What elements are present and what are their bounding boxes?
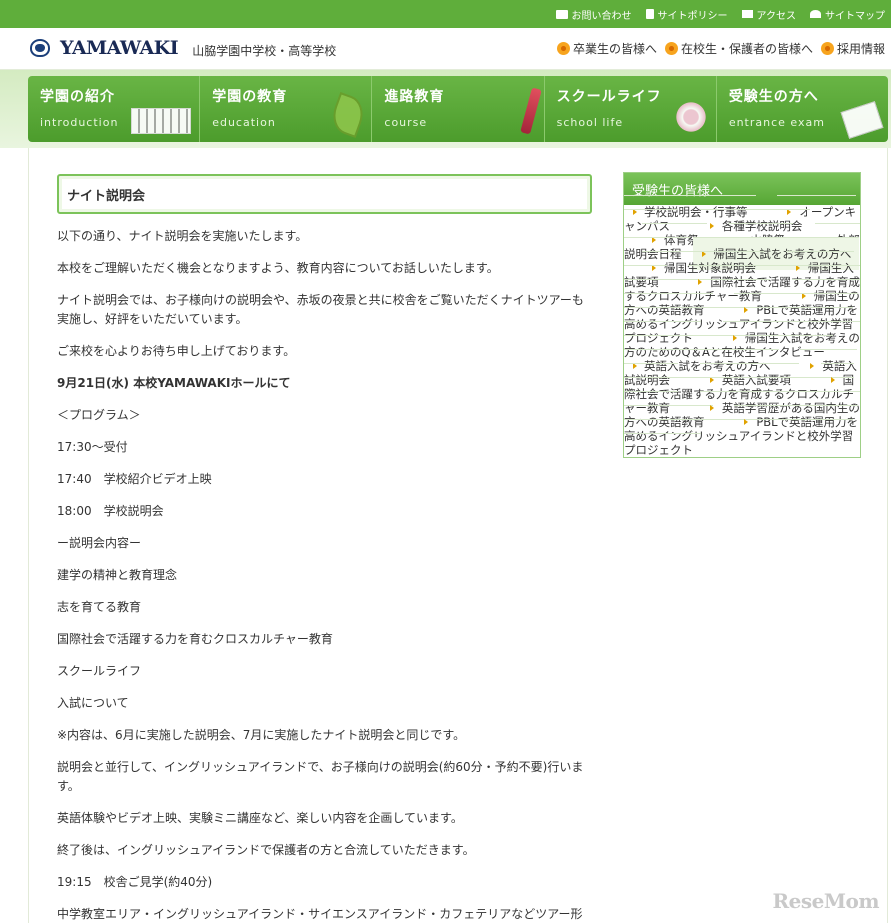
global-nav: 学園の紹介 introduction 学園の教育 education 進路教育 … [28,76,888,142]
page-title-text: ナイト説明会 [67,188,146,204]
recruitment-link-label: 採用情報 [836,42,885,56]
paragraph: 説明会と並行して、イングリッシュアイランドで、お子様向けの説明会(約60分・予約… [57,760,584,793]
site-header: YAMAWAKI 山脇学園中学校・高等学校 卒業生の皆様へ 在校生・保護者の皆様… [0,28,891,70]
notebook-image [840,101,884,139]
school-emblem-icon [30,39,50,57]
contact-link-label: お問い合わせ [571,10,632,22]
nav-school-life[interactable]: スクールライフ school life [545,76,717,142]
mail-icon [555,9,568,19]
document-icon [645,9,654,19]
graduates-link-label: 卒業生の皆様へ [572,42,657,56]
school-name: 山脇学園中学校・高等学校 [192,43,337,58]
students-parents-link-label: 在校生・保護者の皆様へ [680,42,813,56]
watermark-logo: ReseMom [772,889,880,913]
paragraph: ご来校を心よりお待ち申し上げております。 [57,344,296,358]
nav-course[interactable]: 進路教育 course [372,76,545,142]
site-policy-link[interactable]: サイトポリシー [645,7,728,22]
top-utility-bar: お問い合わせ サイトポリシー アクセス サイトマップ [0,0,891,28]
paragraph: 建学の精神と教育理念 [57,568,178,582]
site-logo[interactable]: YAMAWAKI 山脇学園中学校・高等学校 [30,37,336,59]
article-body: 以下の通り、ナイト説明会を実施いたします。 本校をご理解いただく機会となりますよ… [57,227,592,923]
paragraph: 国際社会で活躍する力を育むクロスカルチャー教育 [57,632,333,646]
contact-link[interactable]: お問い合わせ [555,7,632,22]
paragraph: 入試について [57,696,129,710]
paragraph: 18:00 学校説明会 [57,504,164,518]
content-frame: ナイト説明会 以下の通り、ナイト説明会を実施いたします。 本校をご理解いただく機… [28,148,888,923]
access-link[interactable]: アクセス [741,7,797,22]
nav-course-sublabel: course [384,116,428,129]
header-links: 卒業生の皆様へ 在校生・保護者の皆様へ 採用情報 [556,40,885,57]
paragraph: ー説明会内容ー [57,536,142,550]
logo-wordmark: YAMAWAKI [60,37,179,59]
paragraph: 以下の通り、ナイト説明会を実施いたします。 [57,229,308,243]
paragraph: 本校をご理解いただく機会となりますよう、教育内容についてお話しいたします。 [57,261,499,275]
paragraph: 英語体験やビデオ上映、実験ミニ講座など、楽しい内容を企画しています。 [57,811,463,825]
recruitment-link[interactable]: 採用情報 [820,40,885,57]
building-icon [741,10,753,18]
school-building-image [131,108,192,134]
nav-education[interactable]: 学園の教育 education [200,76,373,142]
flower-icon [820,42,834,55]
page-title: ナイト説明会 [57,174,592,214]
main-content: ナイト説明会 以下の通り、ナイト説明会を実施いたします。 本校をご理解いただく機… [57,174,592,923]
paragraph: 17:30～受付 [57,440,128,454]
paragraph: 終了後は、イングリッシュアイランドで保護者の方と合流していただきます。 [57,843,475,857]
flower-icon [556,42,570,55]
site-policy-link-label: サイトポリシー [657,10,728,22]
paragraph: 17:40 学校紹介ビデオ上映 [57,472,212,486]
graduates-link[interactable]: 卒業生の皆様へ [556,40,657,57]
nav-entrance-exam[interactable]: 受験生の方へ entrance exam [717,76,888,142]
students-parents-link[interactable]: 在校生・保護者の皆様へ [664,40,813,57]
paragraph: スクールライフ [57,664,142,678]
access-link-label: アクセス [756,10,797,22]
paragraph: ＜プログラム＞ [57,408,141,422]
global-nav-area: 学園の紹介 introduction 学園の教育 education 進路教育 … [0,70,891,148]
paragraph: 志を育てる教育 [57,600,142,614]
paragraph: 中学教室エリア・イングリッシュアイランド・サイエンスアイランド・カフェテリアなど… [57,907,583,921]
paragraph: 19:15 校舎ご見学(約40分) [57,875,213,889]
paragraph: ※内容は、6月に実施した説明会、7月に実施したナイト説明会と同じです。 [57,728,466,742]
nav-introduction-label: 学園の紹介 [40,89,115,105]
event-date-venue: 9月21日(水) 本校YAMAWAKIホールにて [57,376,291,390]
flower-image [673,100,708,134]
nav-entrance-exam-label: 受験生の方へ [728,89,819,105]
sitemap-link[interactable]: サイトマップ [810,7,885,22]
flower-icon [664,42,678,55]
sitemap-link-label: サイトマップ [825,10,885,22]
nav-introduction[interactable]: 学園の紹介 introduction [28,76,201,142]
sidebar-menu: 受験生の皆様へ 学校説明会・行事等 オープンキャンパス 各種学校説明会 体育祭 … [623,172,861,466]
sitemap-icon [810,10,821,18]
nav-course-label: 進路教育 [384,89,445,105]
paragraph: ナイト説明会では、お子様向けの説明会や、赤坂の夜景と共に校舎をご覧いただくナイト… [57,293,584,326]
